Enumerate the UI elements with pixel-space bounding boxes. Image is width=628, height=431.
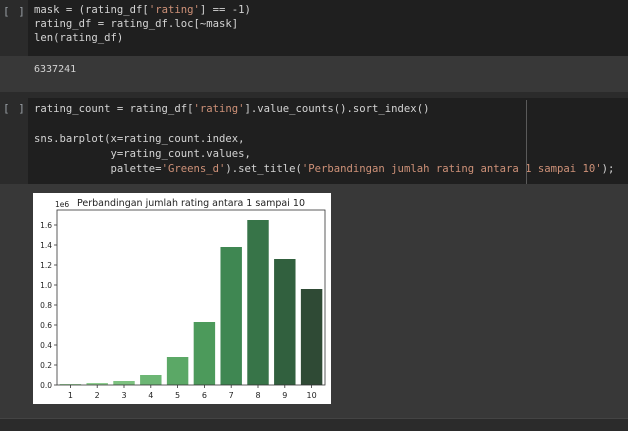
bar: [113, 381, 135, 385]
output-text: 6337241: [34, 64, 77, 75]
bar: [166, 357, 189, 385]
code-cell-2: [ ] rating_count = rating_df['rating'].v…: [0, 92, 628, 184]
output-area: 6337241: [0, 56, 628, 92]
y-tick-label: 0.8: [40, 301, 52, 310]
code-cell-1: [ ] mask = (rating_df['rating'] == -1) r…: [0, 0, 628, 56]
x-tick-label: 1: [68, 391, 73, 400]
y-tick-label: 1.0: [40, 281, 52, 290]
code-line: palette='Greens_d').set_title('Perbandin…: [34, 163, 615, 175]
code-line: rating_df = rating_df.loc[~mask]: [34, 18, 239, 30]
code-line: mask = (rating_df['rating'] == -1): [34, 4, 251, 16]
code-line: y=rating_count.values,: [34, 148, 251, 160]
code-editor[interactable]: mask = (rating_df['rating'] == -1) ratin…: [28, 0, 628, 56]
bar: [247, 220, 269, 385]
x-tick-label: 5: [175, 391, 180, 400]
x-tick-label: 4: [148, 391, 153, 400]
y-axis-offset-label: 1e6: [55, 200, 69, 209]
x-tick-label: 8: [255, 391, 260, 400]
y-tick-label: 1.4: [40, 241, 52, 250]
run-cell-button[interactable]: [ ]: [3, 5, 27, 18]
code-line: rating_count = rating_df['rating'].value…: [34, 103, 430, 115]
ruler-line: [526, 100, 527, 184]
bar-chart: Perbandingan jumlah rating antara 1 samp…: [33, 193, 331, 404]
x-tick-label: 2: [95, 391, 100, 400]
bar-chart-svg: Perbandingan jumlah rating antara 1 samp…: [40, 198, 326, 400]
x-tick-label: 3: [121, 391, 126, 400]
x-tick-label: 10: [307, 391, 317, 400]
x-tick-label: 7: [229, 391, 234, 400]
bar: [193, 322, 216, 385]
bar: [220, 247, 242, 385]
chart-title: Perbandingan jumlah rating antara 1 samp…: [77, 198, 305, 209]
code-editor[interactable]: rating_count = rating_df['rating'].value…: [28, 98, 628, 184]
y-tick-label: 0.4: [40, 341, 52, 350]
bar: [274, 259, 296, 385]
bar: [140, 375, 162, 385]
y-tick-label: 0.0: [40, 381, 52, 390]
code-line: len(rating_df): [34, 32, 124, 44]
x-tick-label: 9: [282, 391, 287, 400]
x-tick-label: 6: [202, 391, 207, 400]
code-line: sns.barplot(x=rating_count.index,: [34, 133, 245, 145]
y-tick-label: 0.6: [40, 321, 52, 330]
notebook-footer: [0, 418, 628, 431]
bar: [300, 289, 323, 385]
y-tick-label: 0.2: [40, 361, 52, 370]
run-cell-button[interactable]: [ ]: [3, 102, 27, 115]
y-tick-label: 1.2: [40, 261, 52, 270]
y-tick-label: 1.6: [40, 221, 52, 230]
